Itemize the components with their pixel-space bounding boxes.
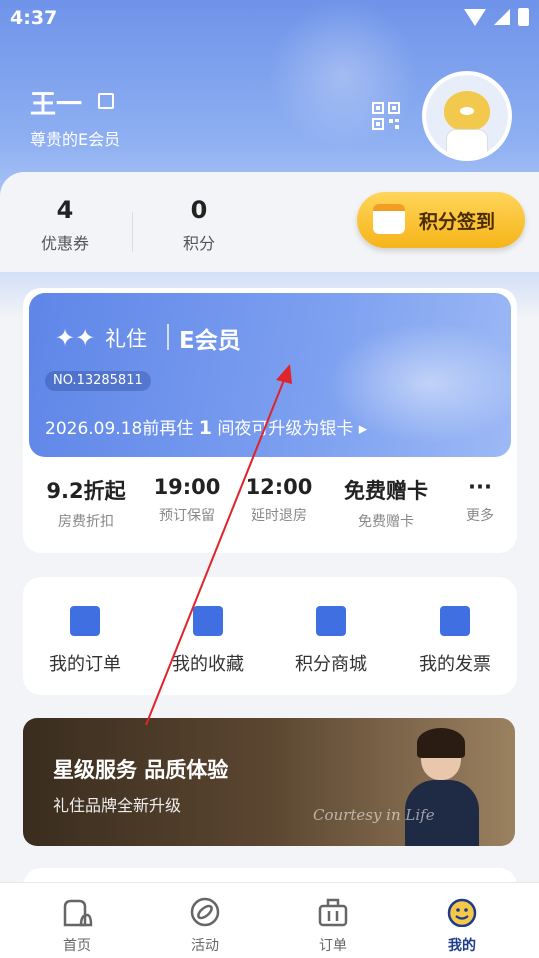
my-orders-button[interactable]: 我的订单 xyxy=(30,606,140,676)
user-name: 王一 xyxy=(30,90,83,120)
points-checkin-button[interactable]: 积分签到 xyxy=(357,192,525,248)
benefit-more[interactable]: ··· 更多 xyxy=(456,475,504,525)
battery-icon xyxy=(518,8,529,26)
my-invoices-button[interactable]: 我的发票 xyxy=(400,606,510,676)
invoice-icon xyxy=(440,606,470,636)
tab-label: 活动 xyxy=(191,938,219,954)
quick-action-label: 我的收藏 xyxy=(172,654,244,675)
stat-points[interactable]: 0 积分 xyxy=(144,196,254,254)
staff-photo xyxy=(405,728,479,846)
tab-label: 首页 xyxy=(63,938,91,954)
checkin-label: 积分签到 xyxy=(419,211,496,233)
status-bar: 4:37 xyxy=(0,0,539,36)
tab-activity[interactable]: 活动 xyxy=(165,897,245,955)
benefit-label: 免费赠卡 xyxy=(358,514,414,530)
orders-icon xyxy=(318,898,348,927)
card-number: NO.13285811 xyxy=(45,371,151,391)
points-mall-button[interactable]: 积分商城 xyxy=(276,606,386,676)
benefit-free-card[interactable]: 免费赠卡 免费赠卡 xyxy=(334,475,438,531)
calendar-icon xyxy=(373,204,405,234)
edit-profile-icon[interactable] xyxy=(98,93,114,109)
benefit-label: 预订保留 xyxy=(159,508,215,524)
bottom-tab-bar: 首页 活动 订单 我的 xyxy=(0,882,539,958)
profile-icon xyxy=(447,898,477,928)
avatar[interactable] xyxy=(422,71,512,161)
tab-orders[interactable]: 订单 xyxy=(293,897,373,955)
benefit-label: 延时退房 xyxy=(251,508,307,524)
tab-home[interactable]: 首页 xyxy=(37,897,117,955)
wifi-icon xyxy=(464,8,486,26)
tab-profile[interactable]: 我的 xyxy=(422,897,502,955)
upgrade-prefix: 2026.09.18前再住 xyxy=(45,419,194,439)
benefit-value: 免费赠卡 xyxy=(344,479,428,503)
avatar-body xyxy=(446,129,488,157)
brand-name: 礼住 xyxy=(105,327,147,351)
activity-icon xyxy=(190,897,220,927)
coupon-label: 优惠券 xyxy=(40,234,89,253)
card-upgrade-info[interactable]: 2026.09.18前再住 1 间夜可升级为银卡 ▸ xyxy=(45,414,367,439)
stat-divider xyxy=(132,212,133,252)
qr-code-icon[interactable] xyxy=(372,102,400,130)
signal-icon xyxy=(494,9,510,25)
quick-action-label: 我的订单 xyxy=(49,654,121,675)
benefit-late-checkout[interactable]: 12:00 延时退房 xyxy=(242,475,316,525)
avatar-eye xyxy=(460,107,474,115)
benefit-label: 更多 xyxy=(466,508,494,524)
benefit-value: 12:00 xyxy=(245,475,313,499)
card-tier: E会员 xyxy=(179,328,241,354)
upgrade-suffix: 间夜可升级为银卡 xyxy=(217,419,354,439)
promo-banner[interactable]: 星级服务 品质体验 礼住品牌全新升级 Courtesy in Life xyxy=(23,718,515,846)
banner-title: 星级服务 品质体验 xyxy=(53,758,229,782)
benefit-discount[interactable]: 9.2折起 房费折扣 xyxy=(40,475,132,531)
tab-label: 订单 xyxy=(319,938,347,954)
benefit-label: 房费折扣 xyxy=(58,514,114,530)
tab-label: 我的 xyxy=(448,938,476,954)
coupon-count: 4 xyxy=(56,196,74,224)
brand-divider xyxy=(167,324,169,350)
staff-hair xyxy=(417,728,465,758)
favorite-icon xyxy=(193,606,223,636)
banner-subtitle: 礼住品牌全新升级 xyxy=(53,796,182,815)
mall-icon xyxy=(316,606,346,636)
home-icon xyxy=(63,899,93,927)
member-level: 尊贵的E会员 xyxy=(30,130,121,149)
avatar-image xyxy=(426,75,508,157)
brand-logo-icon: ✦✦ xyxy=(55,324,96,352)
my-favorites-button[interactable]: 我的收藏 xyxy=(153,606,263,676)
more-icon: ··· xyxy=(468,475,492,499)
order-icon xyxy=(70,606,100,636)
points-count: 0 xyxy=(190,196,208,224)
status-time: 4:37 xyxy=(10,7,58,29)
stat-coupons[interactable]: 4 优惠券 xyxy=(10,196,120,254)
chevron-right-icon: ▸ xyxy=(358,419,368,439)
quick-action-label: 积分商城 xyxy=(295,654,367,675)
banner-script-text: Courtesy in Life xyxy=(313,806,435,824)
points-label: 积分 xyxy=(182,234,215,253)
member-card[interactable]: ✦✦ 礼住 E会员 NO.13285811 2026.09.18前再住 1 间夜… xyxy=(29,293,511,457)
upgrade-count: 1 xyxy=(198,417,212,439)
quick-action-label: 我的发票 xyxy=(419,654,491,675)
benefit-value: 9.2折起 xyxy=(46,479,126,503)
benefit-hold[interactable]: 19:00 预订保留 xyxy=(150,475,224,525)
status-icons xyxy=(464,8,529,26)
benefit-value: 19:00 xyxy=(153,475,221,499)
